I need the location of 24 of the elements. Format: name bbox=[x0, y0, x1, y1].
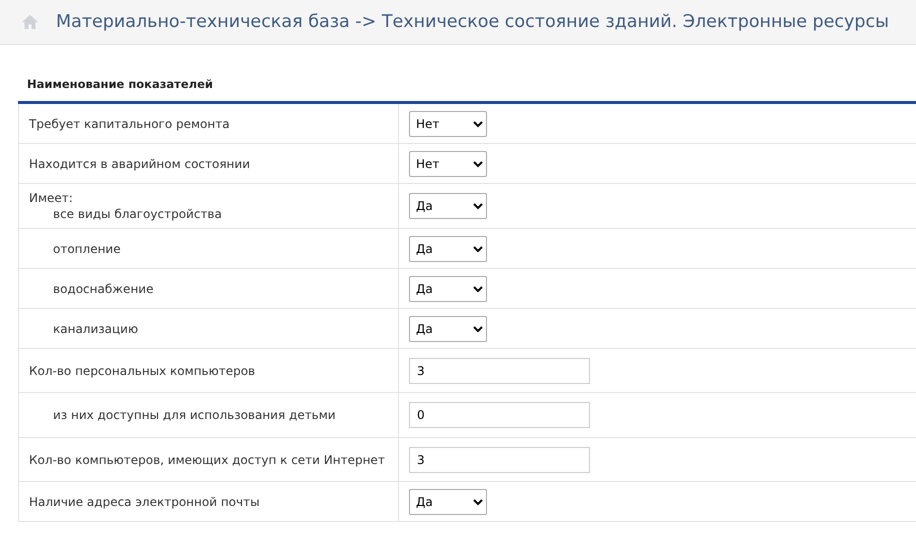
dropdown[interactable]: Нет bbox=[409, 110, 487, 137]
row-label: Кол-во персональных компьютеров bbox=[29, 362, 256, 379]
row-label: Находится в аварийном состоянии bbox=[29, 156, 252, 172]
input-field[interactable]: 0 bbox=[409, 402, 590, 428]
row-label: Наличие адреса электронной почты bbox=[29, 494, 261, 510]
dropdown[interactable]: Да bbox=[409, 316, 487, 342]
input-field[interactable]: 3 bbox=[409, 358, 590, 384]
row-label: из них доступны для использования детьми bbox=[52, 407, 337, 424]
row-label: все виды благоустройства bbox=[52, 206, 223, 222]
row-label: Кол-во компьютеров, имеющих доступ к сети Интернет bbox=[29, 452, 386, 468]
page-title: Материально-техническая база -> Техническое состояние зданий. Электронные ресурсы bbox=[56, 10, 889, 34]
home-icon[interactable] bbox=[22, 15, 38, 29]
row-label: водоснабжение bbox=[52, 280, 154, 297]
row-label: канализацию bbox=[52, 320, 140, 337]
dropdown[interactable]: Да bbox=[409, 488, 487, 515]
column-header: Наименование показателей bbox=[18, 70, 916, 104]
row-label: Требует капитального ремонта bbox=[29, 116, 231, 132]
row-label: отопление bbox=[52, 240, 122, 257]
dropdown[interactable]: Да bbox=[409, 276, 487, 302]
input-field[interactable]: 3 bbox=[409, 446, 590, 473]
dropdown[interactable]: Да bbox=[409, 193, 487, 220]
dropdown[interactable]: Да bbox=[409, 236, 487, 262]
dropdown[interactable]: Нет bbox=[409, 150, 487, 177]
row-label: Имеет: bbox=[29, 190, 74, 206]
